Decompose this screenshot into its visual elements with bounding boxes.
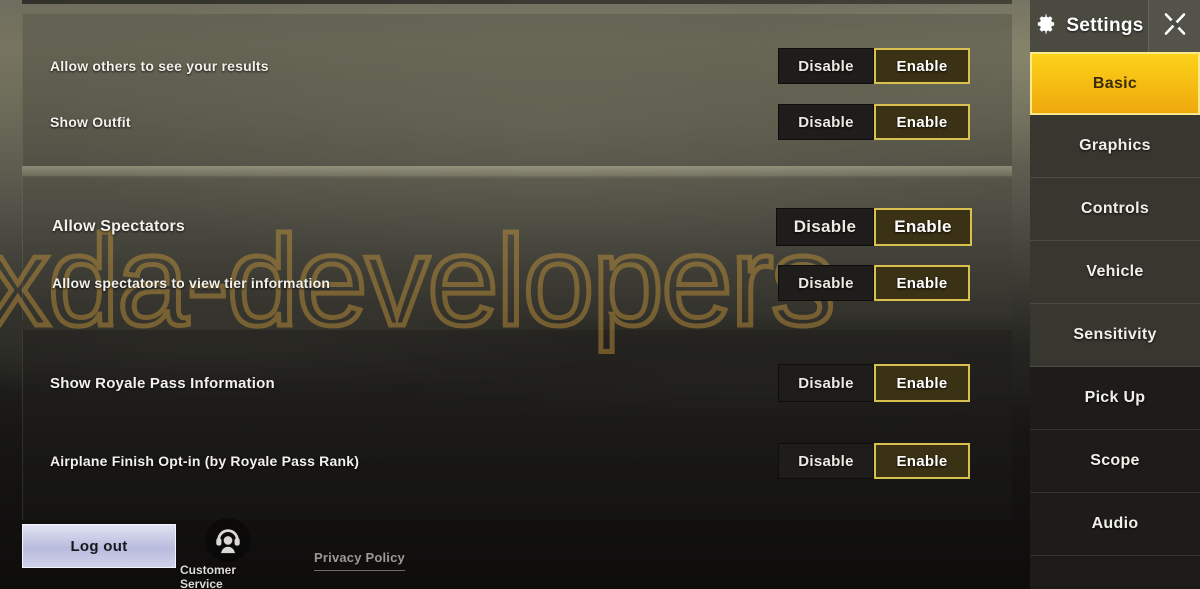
disable-button[interactable]: Disable [778,364,874,402]
toggle-allow-others-see-results: Disable Enable [778,48,970,84]
setting-label: Airplane Finish Opt-in (by Royale Pass R… [50,453,360,469]
toggle-show-outfit: Disable Enable [778,104,970,140]
setting-row-show-royale-pass-info: Show Royale Pass Information Disable Ena… [0,359,1012,407]
setting-label: Allow Spectators [52,218,186,235]
sidebar-item-basic[interactable]: Basic [1030,52,1200,115]
setting-label: Allow spectators to view tier informatio… [52,275,331,291]
disable-button[interactable]: Disable [778,265,874,301]
disable-button[interactable]: Disable [776,208,874,246]
settings-screen: xda-developers Allow others to see your … [0,0,1200,589]
gear-icon [1034,12,1058,41]
customer-service-button[interactable]: Customer Service [180,518,276,589]
toggle-airplane-finish-optin: Disable Enable [778,443,970,479]
disable-button[interactable]: Disable [778,104,874,140]
sidebar-item-label: Vehicle [1086,263,1144,280]
enable-button[interactable]: Enable [874,364,970,402]
sidebar-item-sensitivity[interactable]: Sensitivity [1030,304,1200,367]
enable-button[interactable]: Enable [874,443,970,479]
close-button[interactable] [1148,0,1200,52]
customer-service-label: Customer Service [180,563,237,589]
sidebar-nav-list: Basic Graphics Controls Vehicle Sensitiv… [1030,52,1200,586]
setting-label: Show Royale Pass Information [50,374,275,392]
sidebar-item-graphics[interactable]: Graphics [1030,115,1200,178]
sidebar-item-label: Basic [1092,74,1138,92]
setting-label: Show Outfit [50,114,131,130]
disable-button[interactable]: Disable [778,48,874,84]
setting-row-spectators-tier-info: Allow spectators to view tier informatio… [0,259,1012,307]
enable-button[interactable]: Enable [874,265,970,301]
sidebar-title: Settings [1066,15,1144,36]
sidebar-item-label: Scope [1090,452,1140,469]
panel-divider [22,166,1012,176]
toggle-show-royale-pass-info: Disable Enable [778,364,970,402]
setting-row-allow-others-see-results: Allow others to see your results Disable… [0,42,1012,90]
privacy-policy-link[interactable]: Privacy Policy [314,550,405,571]
enable-button[interactable]: Enable [874,104,970,140]
sidebar-item-audio[interactable]: Audio [1030,493,1200,556]
sidebar-item-label: Controls [1080,200,1150,217]
sidebar-header: Settings [1030,0,1200,52]
setting-row-show-outfit: Show Outfit Disable Enable [0,98,1012,146]
panel-top-sliver [22,0,1012,4]
disable-button[interactable]: Disable [778,443,874,479]
sidebar-item-label: Sensitivity [1073,326,1157,343]
enable-button[interactable]: Enable [874,208,972,246]
logout-button[interactable]: Log out [22,524,176,568]
settings-sidebar: Settings Basic Graphics Controls Vehicle… [1030,0,1200,589]
setting-row-airplane-finish-optin: Airplane Finish Opt-in (by Royale Pass R… [0,437,1012,485]
sidebar-item-label: Audio [1091,515,1139,532]
sidebar-item-scope[interactable]: Scope [1030,430,1200,493]
sidebar-item-label: Graphics [1079,137,1151,154]
toggle-allow-spectators: Disable Enable [776,208,972,246]
sidebar-item-controls[interactable]: Controls [1030,178,1200,241]
sidebar-item-pick-up[interactable]: Pick Up [1030,367,1200,430]
sidebar-item-label: Pick Up [1084,389,1146,406]
headset-support-icon [206,518,250,562]
sidebar-item-next-partial[interactable] [1030,556,1200,586]
setting-label: Allow others to see your results [50,58,269,74]
sidebar-item-vehicle[interactable]: Vehicle [1030,241,1200,304]
setting-row-allow-spectators: Allow Spectators Disable Enable [0,203,1012,251]
close-icon [1162,11,1188,42]
toggle-spectators-tier-info: Disable Enable [778,265,970,301]
sidebar-title-wrap: Settings [1030,0,1148,52]
enable-button[interactable]: Enable [874,48,970,84]
